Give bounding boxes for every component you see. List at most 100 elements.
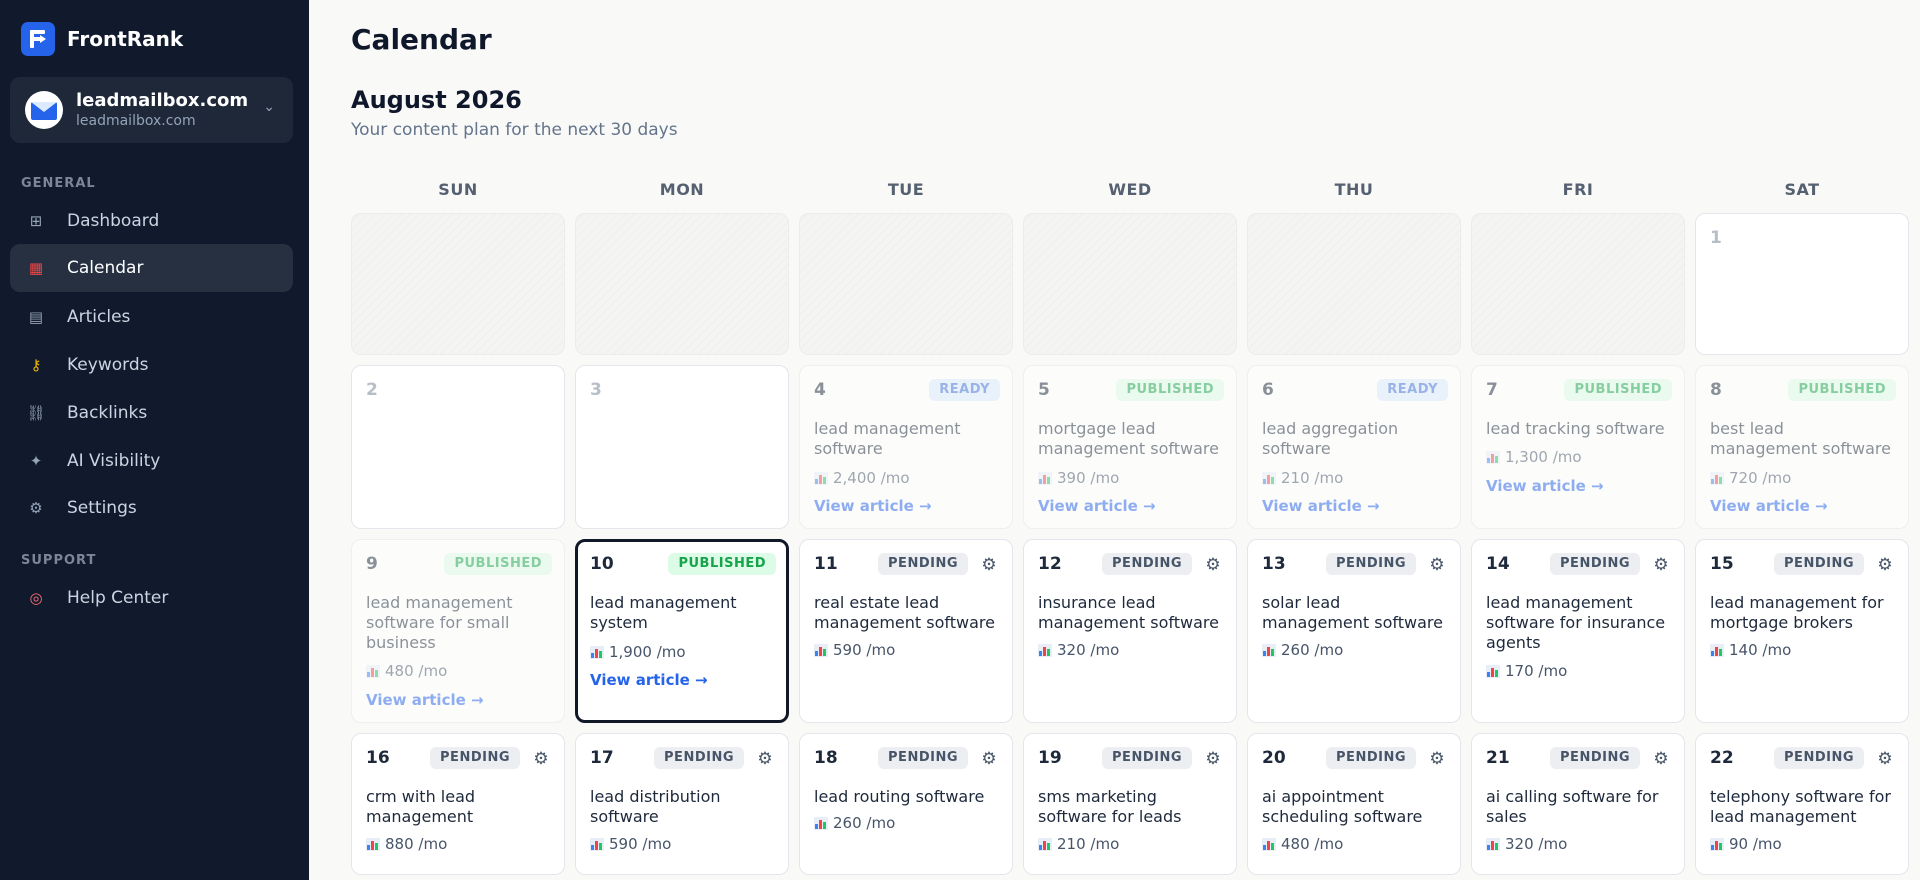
view-article-link[interactable]: View article → bbox=[1710, 497, 1828, 515]
volume-suffix: /mo bbox=[1314, 641, 1344, 659]
gear-icon[interactable]: ⚙ bbox=[756, 750, 774, 768]
volume-value: 2,400 bbox=[833, 469, 876, 487]
day-number: 22 bbox=[1710, 748, 1734, 768]
volume-suffix: /mo bbox=[656, 643, 686, 661]
brand[interactable]: FrontRank bbox=[21, 22, 183, 56]
weekday-header: WED bbox=[1108, 180, 1152, 199]
search-volume: 590 /mo bbox=[814, 641, 895, 659]
day-number: 7 bbox=[1486, 380, 1498, 400]
volume-value: 390 bbox=[1057, 469, 1086, 487]
gear-icon[interactable]: ⚙ bbox=[980, 750, 998, 768]
keyword-title: ai calling software for sales bbox=[1486, 787, 1659, 826]
status-badge: READY bbox=[929, 379, 1000, 401]
calendar-cell-day-11[interactable]: 11 PENDING ⚙ real estate lead management… bbox=[799, 539, 1013, 723]
calendar-cell-day-2[interactable]: 2 bbox=[351, 365, 565, 529]
calendar-cell-empty bbox=[575, 213, 789, 355]
keyword-title: lead tracking software bbox=[1486, 419, 1665, 438]
calendar-cell-day-7[interactable]: 7 PUBLISHED lead tracking software 1,300… bbox=[1471, 365, 1685, 529]
sidebar-item-ai-visibility[interactable]: ✦ AI Visibility bbox=[10, 437, 293, 485]
gear-icon[interactable]: ⚙ bbox=[980, 556, 998, 574]
keyword-title: best lead management software bbox=[1710, 419, 1891, 458]
calendar-cell-day-4[interactable]: 4 READY lead management software 2,400 /… bbox=[799, 365, 1013, 529]
volume-suffix: /mo bbox=[1762, 641, 1792, 659]
status-badge: PUBLISHED bbox=[1788, 379, 1896, 401]
weekday-header: THU bbox=[1334, 180, 1374, 199]
status-badge: PENDING bbox=[1550, 553, 1640, 575]
day-number: 11 bbox=[814, 554, 838, 574]
gear-icon[interactable]: ⚙ bbox=[1876, 750, 1894, 768]
volume-suffix: /mo bbox=[866, 641, 896, 659]
site-subtitle: leadmailbox.com bbox=[76, 113, 196, 129]
calendar-cell-day-10-today[interactable]: 10 PUBLISHED lead management system 1,90… bbox=[575, 539, 789, 723]
gear-icon[interactable]: ⚙ bbox=[1428, 556, 1446, 574]
volume-value: 720 bbox=[1729, 469, 1758, 487]
day-number: 21 bbox=[1486, 748, 1510, 768]
calendar-cell-day-20[interactable]: 20 PENDING ⚙ ai appointment scheduling s… bbox=[1247, 733, 1461, 875]
bar-chart-icon bbox=[1486, 664, 1500, 678]
volume-value: 480 bbox=[385, 662, 414, 680]
sidebar-item-keywords[interactable]: ⚷ Keywords bbox=[10, 341, 293, 389]
volume-suffix: /mo bbox=[1762, 469, 1792, 487]
volume-suffix: /mo bbox=[418, 662, 448, 680]
search-volume: 320 /mo bbox=[1038, 641, 1119, 659]
calendar-cell-day-17[interactable]: 17 PENDING ⚙ lead distribution software … bbox=[575, 733, 789, 875]
view-article-link[interactable]: View article → bbox=[1262, 497, 1380, 515]
bar-chart-icon bbox=[1486, 450, 1500, 464]
calendar-cell-day-6[interactable]: 6 READY lead aggregation software 210 /m… bbox=[1247, 365, 1461, 529]
sidebar: FrontRank leadmailbox.com leadmailbox.co… bbox=[0, 0, 309, 880]
calendar-cell-day-16[interactable]: 16 PENDING ⚙ crm with lead management 88… bbox=[351, 733, 565, 875]
sidebar-item-calendar[interactable]: ▦ Calendar bbox=[10, 244, 293, 292]
sidebar-item-dashboard[interactable]: ⊞ Dashboard bbox=[10, 197, 293, 245]
status-badge: PUBLISHED bbox=[668, 553, 776, 575]
chevron-down-icon: ⌄ bbox=[263, 99, 275, 115]
bar-chart-icon bbox=[1262, 837, 1276, 851]
calendar-cell-day-12[interactable]: 12 PENDING ⚙ insurance lead management s… bbox=[1023, 539, 1237, 723]
gear-icon[interactable]: ⚙ bbox=[1204, 556, 1222, 574]
calendar-cell-day-19[interactable]: 19 PENDING ⚙ sms marketing software for … bbox=[1023, 733, 1237, 875]
calendar-cell-day-15[interactable]: 15 PENDING ⚙ lead management for mortgag… bbox=[1695, 539, 1909, 723]
calendar-cell-empty bbox=[1471, 213, 1685, 355]
sidebar-item-label: AI Visibility bbox=[67, 451, 161, 471]
bar-chart-icon bbox=[1038, 837, 1052, 851]
calendar-cell-day-3[interactable]: 3 bbox=[575, 365, 789, 529]
view-article-link[interactable]: View article → bbox=[590, 671, 708, 689]
calendar-cell-day-5[interactable]: 5 PUBLISHED mortgage lead management sof… bbox=[1023, 365, 1237, 529]
sidebar-item-backlinks[interactable]: ⛓ Backlinks bbox=[10, 389, 293, 437]
sidebar-item-help-center[interactable]: ◎ Help Center bbox=[10, 574, 293, 622]
page-title: Calendar bbox=[351, 23, 492, 56]
calendar-cell-day-18[interactable]: 18 PENDING ⚙ lead routing software 260 /… bbox=[799, 733, 1013, 875]
calendar-cell-day-9[interactable]: 9 PUBLISHED lead management software for… bbox=[351, 539, 565, 723]
gear-icon[interactable]: ⚙ bbox=[1652, 750, 1670, 768]
view-article-link[interactable]: View article → bbox=[1038, 497, 1156, 515]
view-article-link[interactable]: View article → bbox=[366, 691, 484, 709]
gear-icon[interactable]: ⚙ bbox=[1652, 556, 1670, 574]
site-switcher[interactable]: leadmailbox.com leadmailbox.com ⌄ bbox=[10, 77, 293, 143]
status-badge: PUBLISHED bbox=[1116, 379, 1224, 401]
sidebar-item-label: Help Center bbox=[67, 588, 169, 608]
gear-icon[interactable]: ⚙ bbox=[1204, 750, 1222, 768]
calendar-cell-day-8[interactable]: 8 PUBLISHED best lead management softwar… bbox=[1695, 365, 1909, 529]
day-number: 9 bbox=[366, 554, 378, 574]
frontrank-logo-icon bbox=[21, 22, 55, 56]
status-badge: READY bbox=[1377, 379, 1448, 401]
calendar-cell-day-1[interactable]: 1 bbox=[1695, 213, 1909, 355]
search-volume: 320 /mo bbox=[1486, 835, 1567, 853]
gear-icon[interactable]: ⚙ bbox=[532, 750, 550, 768]
calendar-cell-day-22[interactable]: 22 PENDING ⚙ telephony software for lead… bbox=[1695, 733, 1909, 875]
gear-icon[interactable]: ⚙ bbox=[1876, 556, 1894, 574]
keyword-title: lead management for mortgage brokers bbox=[1710, 593, 1884, 632]
keyword-title: lead aggregation software bbox=[1262, 419, 1399, 458]
gear-icon[interactable]: ⚙ bbox=[1428, 750, 1446, 768]
calendar-cell-day-14[interactable]: 14 PENDING ⚙ lead management software fo… bbox=[1471, 539, 1685, 723]
sidebar-item-settings[interactable]: ⚙ Settings bbox=[10, 484, 293, 532]
calendar-cell-day-21[interactable]: 21 PENDING ⚙ ai calling software for sal… bbox=[1471, 733, 1685, 875]
volume-value: 1,300 bbox=[1505, 448, 1548, 466]
status-badge: PUBLISHED bbox=[444, 553, 552, 575]
volume-value: 210 bbox=[1057, 835, 1086, 853]
volume-value: 140 bbox=[1729, 641, 1758, 659]
view-article-link[interactable]: View article → bbox=[814, 497, 932, 515]
sidebar-item-articles[interactable]: ▤ Articles bbox=[10, 293, 293, 341]
view-article-link[interactable]: View article → bbox=[1486, 477, 1604, 495]
calendar-cell-day-13[interactable]: 13 PENDING ⚙ solar lead management softw… bbox=[1247, 539, 1461, 723]
day-number: 18 bbox=[814, 748, 838, 768]
